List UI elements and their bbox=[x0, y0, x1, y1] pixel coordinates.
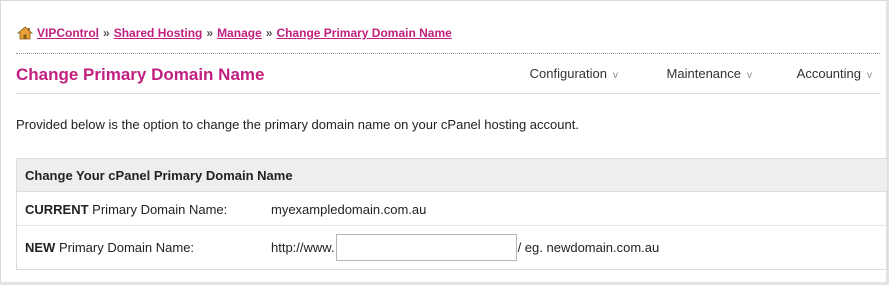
chevron-down-icon: v bbox=[613, 70, 618, 81]
breadcrumb-link-manage[interactable]: Manage bbox=[217, 26, 262, 40]
nav-accounting-label: Accounting bbox=[796, 66, 861, 81]
breadcrumb-separator: » bbox=[206, 26, 214, 40]
new-domain-field-group: http://www. / eg. newdomain.com.au bbox=[271, 234, 660, 267]
nav-maintenance-label: Maintenance bbox=[666, 66, 741, 81]
chevron-down-icon: v bbox=[867, 70, 872, 81]
url-suffix-example: / eg. newdomain.com.au bbox=[517, 240, 660, 255]
breadcrumb-link-vipcontrol[interactable]: VIPControl bbox=[37, 26, 99, 40]
panel-heading: Change Your cPanel Primary Domain Name bbox=[17, 159, 887, 192]
current-domain-label: CURRENT Primary Domain Name: bbox=[25, 202, 227, 217]
page-frame: VIPControl » Shared Hosting » Manage » C… bbox=[0, 0, 889, 285]
current-label-rest: Primary Domain Name: bbox=[88, 202, 228, 217]
intro-text: Provided below is the option to change t… bbox=[16, 117, 579, 132]
current-domain-row: CURRENT Primary Domain Name: myexampledo… bbox=[17, 192, 887, 226]
url-prefix: http://www. bbox=[271, 240, 335, 255]
new-domain-label: NEW Primary Domain Name: bbox=[25, 240, 194, 255]
breadcrumb-link-shared-hosting[interactable]: Shared Hosting bbox=[114, 26, 203, 40]
new-label-rest: Primary Domain Name: bbox=[55, 240, 195, 255]
page-title: Change Primary Domain Name bbox=[16, 65, 265, 84]
new-label-strong: NEW bbox=[25, 240, 56, 255]
nav-configuration-label: Configuration bbox=[529, 66, 607, 81]
chevron-down-icon: v bbox=[747, 70, 752, 81]
dotted-divider bbox=[16, 53, 880, 54]
breadcrumb-separator: » bbox=[103, 26, 110, 40]
breadcrumb: VIPControl » Shared Hosting » Manage » C… bbox=[17, 25, 452, 41]
breadcrumb-link-change-primary-domain[interactable]: Change Primary Domain Name bbox=[276, 26, 451, 40]
new-domain-row: NEW Primary Domain Name: http://www. / e… bbox=[17, 226, 887, 269]
nav-configuration[interactable]: Configuration v bbox=[530, 66, 618, 81]
breadcrumb-separator: » bbox=[265, 26, 273, 40]
header-divider bbox=[16, 93, 880, 94]
current-label-strong: CURRENT bbox=[25, 202, 89, 217]
change-domain-panel: Change Your cPanel Primary Domain Name C… bbox=[16, 158, 888, 270]
nav-accounting[interactable]: Accounting v bbox=[797, 66, 872, 81]
home-icon[interactable] bbox=[17, 26, 33, 40]
nav-maintenance[interactable]: Maintenance v bbox=[667, 66, 752, 81]
new-domain-input[interactable] bbox=[335, 234, 517, 261]
current-domain-value: myexampledomain.com.au bbox=[271, 202, 427, 217]
